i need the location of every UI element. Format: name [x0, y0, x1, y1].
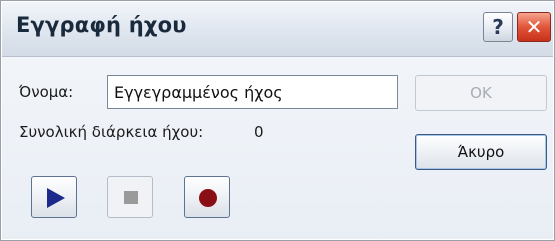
play-button[interactable] — [31, 176, 77, 218]
help-button[interactable]: ? — [483, 12, 513, 42]
duration-label: Συνολική διάρκεια ήχου: — [19, 123, 204, 141]
title-bar[interactable]: Εγγραφή ήχου ? ✕ — [2, 2, 553, 57]
stop-button[interactable] — [107, 176, 153, 218]
record-sound-dialog: Εγγραφή ήχου ? ✕ Όνομα: Συνολική διάρκει… — [0, 0, 555, 241]
name-label: Όνομα: — [19, 83, 74, 101]
duration-value: 0 — [254, 123, 264, 141]
close-icon: ✕ — [525, 15, 543, 39]
close-button[interactable]: ✕ — [517, 12, 551, 42]
record-icon — [199, 189, 217, 207]
record-button[interactable] — [184, 176, 230, 218]
ok-button[interactable]: OK — [415, 75, 547, 111]
stop-icon — [124, 191, 138, 204]
play-icon — [47, 188, 65, 208]
window-title: Εγγραφή ήχου — [16, 13, 187, 37]
name-input[interactable] — [107, 75, 398, 109]
help-icon: ? — [492, 15, 504, 39]
cancel-button[interactable]: Άκυρο — [415, 134, 547, 170]
